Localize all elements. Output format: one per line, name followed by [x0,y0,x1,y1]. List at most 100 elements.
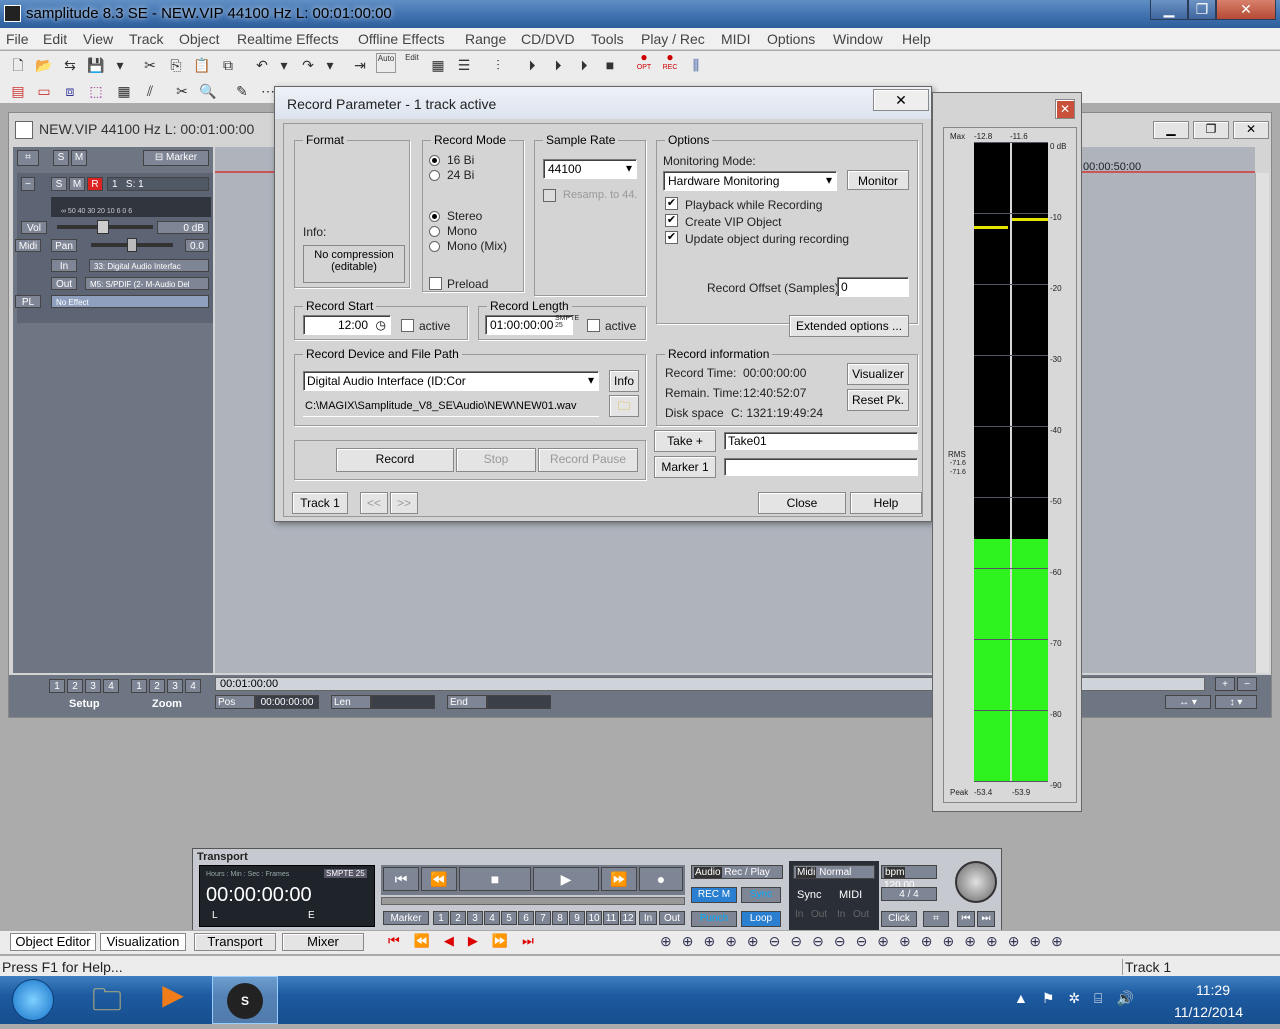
marker-10-button[interactable]: 10 [586,911,602,925]
pos-value[interactable]: 00:00:00:00 [255,695,319,709]
marker-2-button[interactable]: 2 [450,911,466,925]
audio-recplay-select[interactable]: Audio Rec / Play [691,865,783,879]
create-vip-checkbox[interactable]: ✔ [665,214,678,227]
open-icon[interactable]: 📂 [34,55,54,75]
menu-tools[interactable]: Tools [591,31,624,47]
marker-transport-button[interactable]: Marker [383,911,429,925]
marker-3-button[interactable]: 3 [467,911,483,925]
help-button[interactable]: Help [850,492,922,514]
collapse-track-button[interactable]: − [21,177,35,191]
opt-button[interactable]: ● OPT [634,51,654,73]
menu-track[interactable]: Track [129,31,163,47]
play-transport-icon[interactable]: ▶ [533,867,599,891]
menu-cd-dvd[interactable]: CD/DVD [521,31,575,47]
mute-all-button[interactable]: M [71,150,87,166]
rewind-icon[interactable]: ⏪ [421,867,457,891]
vertical-scrollbar[interactable] [1255,173,1269,673]
folder-icon[interactable]: 🗀 [609,395,639,417]
track-selector-button[interactable]: Track 1 [292,492,348,514]
reset-peak-button[interactable]: Reset Pk. [847,389,909,411]
paste-icon[interactable]: 📋 [192,55,212,75]
undo-dropdown-icon[interactable]: ▾ [274,55,294,75]
menu-midi[interactable]: MIDI [721,31,751,47]
resample-checkbox[interactable] [543,189,556,202]
project-maximize-button[interactable]: ❐ [1193,121,1229,139]
undo-icon[interactable]: ↶ [252,55,272,75]
marker-9-button[interactable]: 9 [569,911,585,925]
jog-wheel[interactable] [955,861,997,903]
take-button[interactable]: Take + [654,430,716,452]
zoom-1-button[interactable]: 1 [131,679,147,693]
track-record-button[interactable]: R [87,177,103,191]
menu-realtime-effects[interactable]: Realtime Effects [237,31,339,47]
media-player-icon[interactable]: ▶ [144,978,202,1022]
device-info-button[interactable]: Info [609,370,639,392]
loop-button[interactable]: Loop [741,911,781,927]
project-close-button[interactable]: ✕ [1233,121,1269,139]
samplitude-taskbar-icon[interactable]: S [212,976,278,1024]
mono-mix-radio[interactable] [429,241,440,252]
save-icon[interactable]: 💾 [86,55,106,75]
marker-1-button[interactable]: 1 [433,911,449,925]
record-button[interactable]: Record [336,448,454,472]
dialog-ok-close-button[interactable]: Close [758,492,846,514]
cut-icon[interactable]: ✂ [140,55,160,75]
file-explorer-icon[interactable]: 🗀 [78,978,136,1022]
position-slider[interactable] [381,897,685,905]
vertical-zoom-select[interactable]: ↕ ▾ [1215,695,1257,709]
range-icon[interactable]: ▤ [8,81,28,101]
fast-forward-icon[interactable]: ⏩ [601,867,637,891]
stop-button[interactable]: Stop [456,448,536,472]
stop-icon[interactable]: ■ [600,55,620,75]
mixer-icon[interactable]: ⫶ [488,55,508,75]
menu-object[interactable]: Object [179,31,219,47]
stereo-radio[interactable] [429,211,440,222]
time-signature[interactable]: 4 / 4 [881,887,937,901]
split-icon[interactable]: ⫽ [140,81,160,101]
preload-checkbox[interactable] [429,277,442,290]
transport-mini-buttons[interactable]: ⏮⏪◀▶⏩⏭ [388,933,548,951]
tab-mixer[interactable]: Mixer [282,933,364,951]
device-select[interactable]: Digital Audio Interface (ID:Cor ▾ [303,371,599,391]
scissors-icon[interactable]: ✂ [172,81,192,101]
paste-special-icon[interactable]: ⧉ [218,55,238,75]
record-start-active-checkbox[interactable] [401,319,414,332]
record-start-input[interactable]: 12:00 ◷ [303,315,391,335]
new-icon[interactable]: 🗋 [8,55,28,75]
draw-icon[interactable]: ✎ [232,81,252,101]
maximize-button[interactable]: ❐ [1188,0,1216,20]
marker-name-input[interactable] [724,458,918,476]
list-icon[interactable]: ☰ [454,55,474,75]
mono-radio[interactable] [429,226,440,237]
monitor-button[interactable]: Monitor [847,170,909,190]
dialog-close-button[interactable]: ✕ [873,89,929,111]
marker-5-button[interactable]: 5 [501,911,517,925]
setup-3-button[interactable]: 3 [85,679,101,693]
record-transport-icon[interactable]: ● [639,867,683,891]
rec-mode-button[interactable]: REC M [691,887,737,903]
menu-edit[interactable]: Edit [43,31,67,47]
marker-button[interactable]: ⊟ Marker [143,150,209,166]
marker-8-button[interactable]: 8 [552,911,568,925]
meter-close-button[interactable]: ✕ [1055,99,1075,119]
previous-track-button[interactable]: << [360,492,388,514]
menu-view[interactable]: View [83,31,113,47]
project-minimize-button[interactable]: ▁ [1153,121,1189,139]
meter-icon[interactable]: ⫼ [686,55,706,75]
rewind-start-icon[interactable]: ⏮ [383,867,419,891]
marker-11-button[interactable]: 11 [603,911,619,925]
rec-button[interactable]: ● REC [660,51,680,73]
playback-checkbox[interactable]: ✔ [665,197,678,210]
start-button[interactable] [12,979,54,1021]
sample-rate-select[interactable]: 44100 ▾ [543,159,637,179]
output-select[interactable]: M5: S/PDIF (2- M-Audio Del [85,277,209,290]
marker-12-button[interactable]: 12 [620,911,636,925]
24bit-radio[interactable] [429,170,440,181]
setup-2-button[interactable]: 2 [67,679,83,693]
auto-button[interactable]: Auto [376,53,396,73]
click-button[interactable]: Click [881,911,917,927]
smpte-select[interactable]: SMPTE 25 [324,869,367,878]
time-display[interactable]: Hours : Min : Sec : Frames SMPTE 25 00:0… [199,865,375,927]
tab-transport[interactable]: Transport [194,933,276,951]
16bit-radio[interactable] [429,155,440,166]
